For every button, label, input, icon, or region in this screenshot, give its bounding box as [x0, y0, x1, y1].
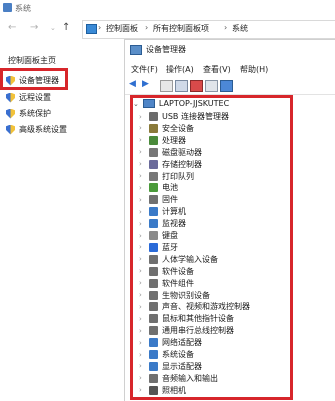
sidebar-item-label: 高级系统设置: [19, 125, 67, 134]
up-arrow-icon[interactable]: ↑: [62, 22, 70, 33]
properties-icon[interactable]: [175, 80, 188, 92]
highlight-box-device-manager: [0, 68, 68, 90]
highlight-box-device-tree: [130, 95, 293, 400]
device-manager-title: 设备管理器: [130, 44, 186, 55]
menu-view[interactable]: 查看(V): [203, 64, 231, 75]
sidebar-item-label: 远程设置: [19, 93, 51, 102]
title-bar: [0, 0, 335, 16]
device-manager-icon: [130, 44, 142, 55]
sidebar-item-advanced-settings[interactable]: 高级系统设置: [6, 124, 67, 135]
sidebar-item-system-protection[interactable]: 系统保护: [6, 108, 51, 119]
shield-icon: [6, 109, 15, 119]
window-title: 系统: [15, 4, 31, 13]
menu-action[interactable]: 操作(A): [166, 64, 194, 75]
sidebar-item-label: 系统保护: [19, 109, 51, 118]
help-icon[interactable]: [190, 80, 203, 92]
sidebar-item-remote-settings[interactable]: 远程设置: [6, 92, 51, 103]
system-app-icon: [3, 3, 12, 12]
shield-icon: [6, 93, 15, 103]
forward-arrow-icon[interactable]: →: [30, 22, 38, 33]
list-view-icon[interactable]: [205, 80, 218, 92]
forward-arrow-icon[interactable]: ▶: [142, 79, 149, 89]
device-manager-title-text: 设备管理器: [146, 45, 186, 54]
breadcrumb-control-panel[interactable]: 控制面板: [106, 23, 138, 34]
grid-view-icon[interactable]: [160, 80, 173, 92]
back-arrow-icon[interactable]: ←: [8, 22, 16, 33]
back-arrow-icon[interactable]: ◀: [129, 79, 136, 89]
menu-help[interactable]: 帮助(H): [240, 64, 268, 75]
monitor-icon[interactable]: [220, 80, 233, 92]
recent-dropdown-icon[interactable]: ⌄: [50, 24, 56, 32]
shield-icon: [6, 125, 15, 135]
breadcrumb-all-items[interactable]: 所有控制面板项: [153, 23, 209, 34]
menu-file[interactable]: 文件(F): [131, 64, 158, 75]
breadcrumb-system[interactable]: 系统: [232, 23, 248, 34]
breadcrumb-separator-icon[interactable]: ›: [98, 23, 101, 32]
control-panel-icon: [86, 24, 97, 34]
breadcrumb-separator-icon[interactable]: ›: [224, 23, 227, 32]
breadcrumb-separator-icon[interactable]: ›: [145, 23, 148, 32]
control-panel-home-link[interactable]: 控制面板主页: [8, 55, 56, 66]
